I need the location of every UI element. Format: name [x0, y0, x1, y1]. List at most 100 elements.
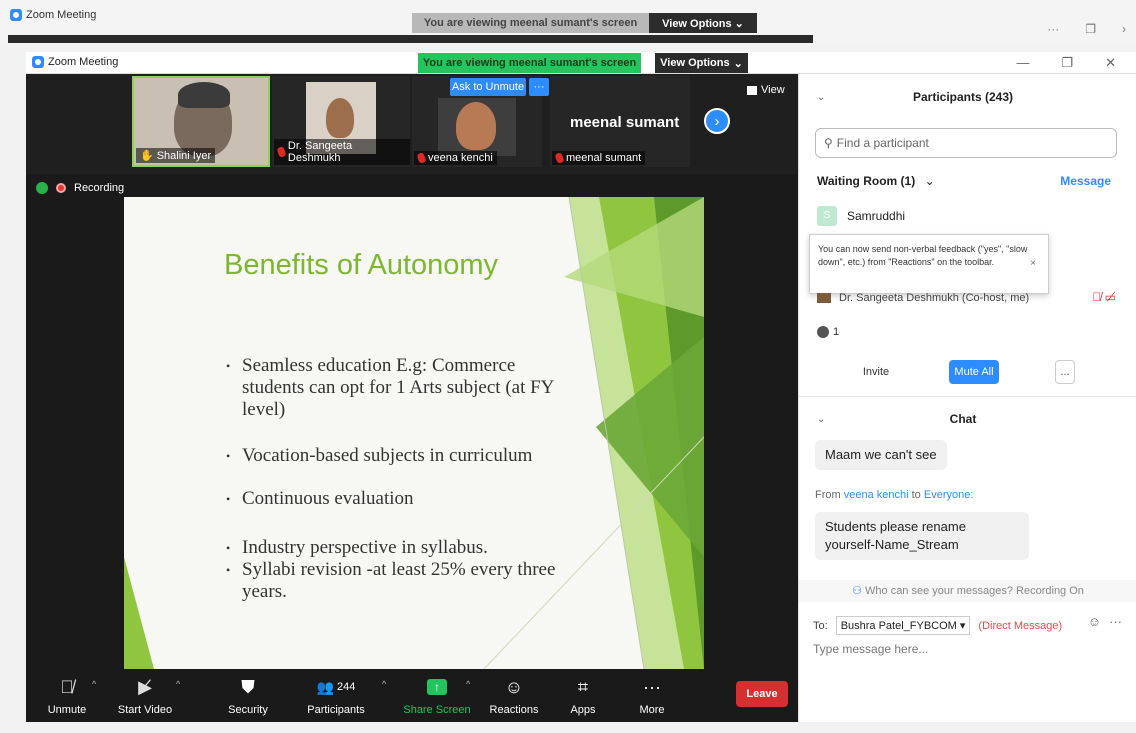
shield-check-icon[interactable]: [36, 182, 48, 194]
slide-title: Benefits of Autonomy: [224, 249, 499, 281]
outer-restore-icon[interactable]: ❐: [1085, 22, 1096, 36]
participant-row-host[interactable]: Dr. Sangeeta Deshmukh (Co-host, me): [817, 292, 1029, 304]
outer-close-icon[interactable]: ›: [1122, 22, 1126, 36]
tile-name: veena kenchi: [414, 151, 497, 165]
emoji-icon[interactable]: ☺: [1088, 614, 1101, 629]
chevron-down-icon: ⌄: [733, 57, 743, 70]
window-title: Zoom Meeting: [32, 56, 118, 68]
recording-status: Recording: [36, 182, 124, 194]
reactions-tooltip: You can now send non-verbal feedback ("y…: [809, 234, 1049, 294]
start-video-button[interactable]: ▶̸ Start Video: [110, 673, 180, 717]
waiting-participant-row[interactable]: S Samruddhi: [817, 206, 905, 226]
message-waiting-button[interactable]: Message: [1060, 174, 1111, 188]
chat-message: Students please rename yourself-Name_Str…: [815, 512, 1029, 560]
outer-view-options-button[interactable]: View Options ⌄: [649, 13, 757, 33]
view-button[interactable]: View: [747, 84, 785, 96]
participant-hair: [178, 82, 230, 108]
outer-window-title: Zoom Meeting: [10, 9, 96, 21]
mute-all-button[interactable]: Mute All: [949, 360, 999, 384]
video-tile-sangeeta[interactable]: Dr. Sangeeta Deshmukh: [272, 76, 410, 167]
ellipsis-icon[interactable]: ···: [1109, 614, 1122, 629]
participant-search-input[interactable]: ⚲ Find a participant: [815, 128, 1117, 158]
hand-icon: ✋: [140, 150, 154, 162]
view-options-button[interactable]: View Options ⌄: [655, 53, 748, 73]
close-icon[interactable]: ×: [1030, 257, 1036, 270]
sender-name[interactable]: veena kenchi: [844, 489, 909, 501]
tile-name: ✋ Shalini Iyer: [136, 148, 216, 163]
video-tile-shalini[interactable]: ✋ Shalini Iyer: [132, 76, 270, 167]
tile-more-button[interactable]: ···: [529, 78, 549, 96]
window-title-text: Zoom Meeting: [48, 56, 119, 68]
waiting-room-toggle[interactable]: Waiting Room (1) ⌄: [817, 174, 935, 188]
ask-to-unmute-button[interactable]: Ask to Unmute: [450, 78, 526, 96]
window-controls: — ❐ ✕: [1016, 55, 1116, 71]
reactions-button[interactable]: ☺ Reactions: [479, 673, 549, 717]
participants-more-button[interactable]: ...: [1055, 360, 1075, 384]
video-strip: ✋ Shalini Iyer Dr. Sangeeta Deshmukh vee…: [26, 74, 798, 174]
share-screen-button[interactable]: ↑ Share Screen: [402, 673, 472, 716]
chevron-down-icon: ⌄: [924, 174, 935, 188]
participants-header: ⌄ Participants (243): [799, 74, 1136, 118]
ellipsis-icon: ···: [643, 676, 661, 697]
slide-bullet: Continuous evaluation: [226, 488, 566, 510]
tooltip-text: You can now send non-verbal feedback ("y…: [818, 244, 1028, 267]
more-button[interactable]: ··· More: [617, 673, 687, 717]
waiting-participant-name: Samruddhi: [847, 209, 906, 223]
security-button[interactable]: ⛊ Security: [213, 673, 283, 717]
raised-hand-icon: [817, 326, 829, 338]
slide-bullet: Seamless education E.g: Commerce student…: [226, 355, 566, 421]
participants-count: 244: [337, 681, 356, 693]
direct-message-label: (Direct Message): [978, 619, 1063, 632]
participants-button[interactable]: 👥 244 Participants: [296, 673, 376, 717]
chat-sender-line: From veena kenchi to Everyone:: [815, 489, 974, 501]
host-mic-video-muted-icons: 🎙̸ ▭̸: [1092, 290, 1116, 304]
apps-icon: ⌗: [577, 676, 589, 697]
participant-name: Dr. Sangeeta Deshmukh (Co-host, me): [839, 292, 1030, 304]
raised-hands-indicator[interactable]: 1: [817, 326, 839, 338]
minimize-icon[interactable]: —: [1016, 55, 1029, 71]
leave-button[interactable]: Leave: [736, 681, 788, 707]
participants-caret-icon[interactable]: ^: [382, 679, 386, 689]
slide-bullet: Syllabi revision -at least 25% every thr…: [226, 559, 566, 603]
zoom-logo-icon: [32, 56, 44, 68]
chat-message-input[interactable]: Type message here...: [813, 642, 928, 656]
apps-button[interactable]: ⌗ Apps: [548, 673, 618, 717]
outer-video-strip: [8, 35, 813, 43]
participant-face: [456, 102, 496, 150]
tile-name: meenal sumant: [552, 151, 646, 165]
meeting-toolbar: 🎙̸ Unmute ^ ▶̸ Start Video ^ ⛊ Security …: [26, 669, 798, 722]
zoom-logo-icon: [10, 9, 22, 21]
participants-chat-panel: ⌄ Participants (243) ⚲ Find a participan…: [798, 74, 1136, 722]
slide-bullet: Vocation-based subjects in curriculum: [226, 445, 566, 467]
tile-name: Dr. Sangeeta Deshmukh: [274, 139, 410, 165]
audio-options-caret-icon[interactable]: ^: [92, 679, 96, 689]
recording-dot-icon: [56, 183, 66, 193]
shared-slide: Benefits of Autonomy Seamless education …: [124, 197, 704, 669]
slide-bullet: Industry perspective in syllabus.: [226, 537, 566, 559]
video-off-icon: ▶̸: [138, 676, 152, 697]
restore-icon[interactable]: ❐: [1061, 55, 1073, 71]
share-caret-icon[interactable]: ^: [466, 679, 470, 689]
next-page-arrow-icon[interactable]: ›: [704, 108, 730, 134]
outer-more-icon[interactable]: ···: [1047, 22, 1059, 36]
chat-recipient-row: To: Bushra Patel_FYBCOM ▾ (Direct Messag…: [813, 616, 1062, 635]
participant-face: [326, 98, 354, 138]
to-label: To:: [813, 619, 828, 632]
chat-tools: ☺ ···: [1088, 614, 1122, 629]
shield-icon: ⛊: [241, 676, 255, 697]
recipient-dropdown[interactable]: Bushra Patel_FYBCOM ▾: [835, 616, 971, 635]
outer-window-titlebar: Zoom Meeting You are viewing meenal suma…: [0, 0, 1136, 44]
reactions-icon: ☺: [504, 676, 524, 697]
outer-viewing-banner: You are viewing meenal sumant's screen: [412, 13, 649, 33]
avatar: S: [817, 206, 837, 226]
invite-button[interactable]: Invite: [855, 360, 897, 384]
people-icon: ⚇: [852, 585, 862, 597]
recipient-name[interactable]: Everyone:: [924, 489, 974, 501]
view-options-label: View Options: [660, 57, 730, 69]
close-icon[interactable]: ✕: [1105, 55, 1116, 71]
who-can-see-link[interactable]: ⚇ Who can see your messages? Recording O…: [799, 580, 1136, 602]
chat-message: Maam we can't see: [815, 440, 947, 470]
video-options-caret-icon[interactable]: ^: [176, 679, 180, 689]
outer-title-text: Zoom Meeting: [26, 9, 97, 21]
slide-bullets: Seamless education E.g: Commerce student…: [226, 355, 566, 603]
